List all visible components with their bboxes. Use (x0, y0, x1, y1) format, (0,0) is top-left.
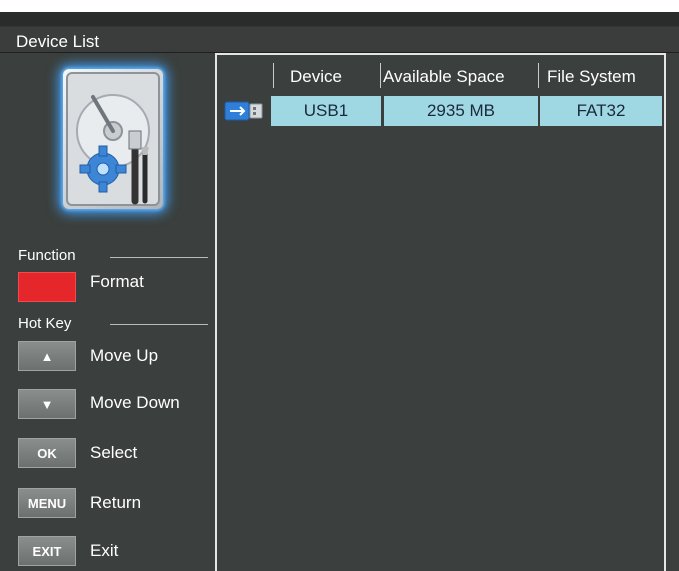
function-divider (110, 257, 208, 258)
column-header-device: Device (290, 67, 342, 86)
exit-label: Exit (90, 541, 119, 560)
column-divider (538, 63, 539, 88)
hard-drive-tools-icon (63, 69, 163, 209)
hotkey-divider (110, 324, 208, 325)
move-up-label: Move Up (90, 346, 159, 365)
ok-key-button[interactable]: OK (18, 438, 76, 468)
format-key-button[interactable] (18, 272, 76, 302)
title-bar: Device List (0, 12, 679, 53)
top-strip (0, 0, 679, 12)
function-heading: Function (18, 247, 76, 264)
menu-key-label: MENU (27, 495, 67, 511)
move-down-key-button[interactable]: ▼ (18, 389, 76, 419)
column-divider (380, 63, 381, 88)
column-header-available-space: Available Space (383, 67, 505, 86)
column-divider (273, 63, 274, 88)
device-list-panel: Device Available Space File System USB1 … (215, 53, 666, 571)
move-down-label: Move Down (90, 393, 180, 412)
column-header-file-system: File System (547, 67, 636, 86)
cell-available-space: 2935 MB (384, 96, 538, 126)
exit-key-label: EXIT (32, 543, 62, 559)
format-label: Format (90, 272, 144, 291)
move-up-key-button[interactable]: ▲ (18, 341, 76, 371)
return-label: Return (90, 493, 142, 512)
ok-key-label: OK (37, 445, 57, 461)
window-title: Device List (16, 32, 100, 51)
down-arrow-icon: ▼ (40, 396, 54, 412)
hotkey-heading: Hot Key (18, 315, 72, 332)
menu-key-button[interactable]: MENU (18, 488, 76, 518)
table-row[interactable]: USB1 2935 MB FAT32 (219, 96, 662, 126)
sidebar: Function Format Hot Key ▲ Move Up ▼ Move… (0, 53, 215, 571)
exit-key-button[interactable]: EXIT (18, 536, 76, 566)
cell-file-system: FAT32 (540, 96, 662, 126)
up-arrow-icon: ▲ (40, 348, 54, 364)
usb-drive-icon (219, 96, 269, 126)
cell-device: USB1 (271, 96, 381, 126)
select-label: Select (90, 443, 138, 462)
